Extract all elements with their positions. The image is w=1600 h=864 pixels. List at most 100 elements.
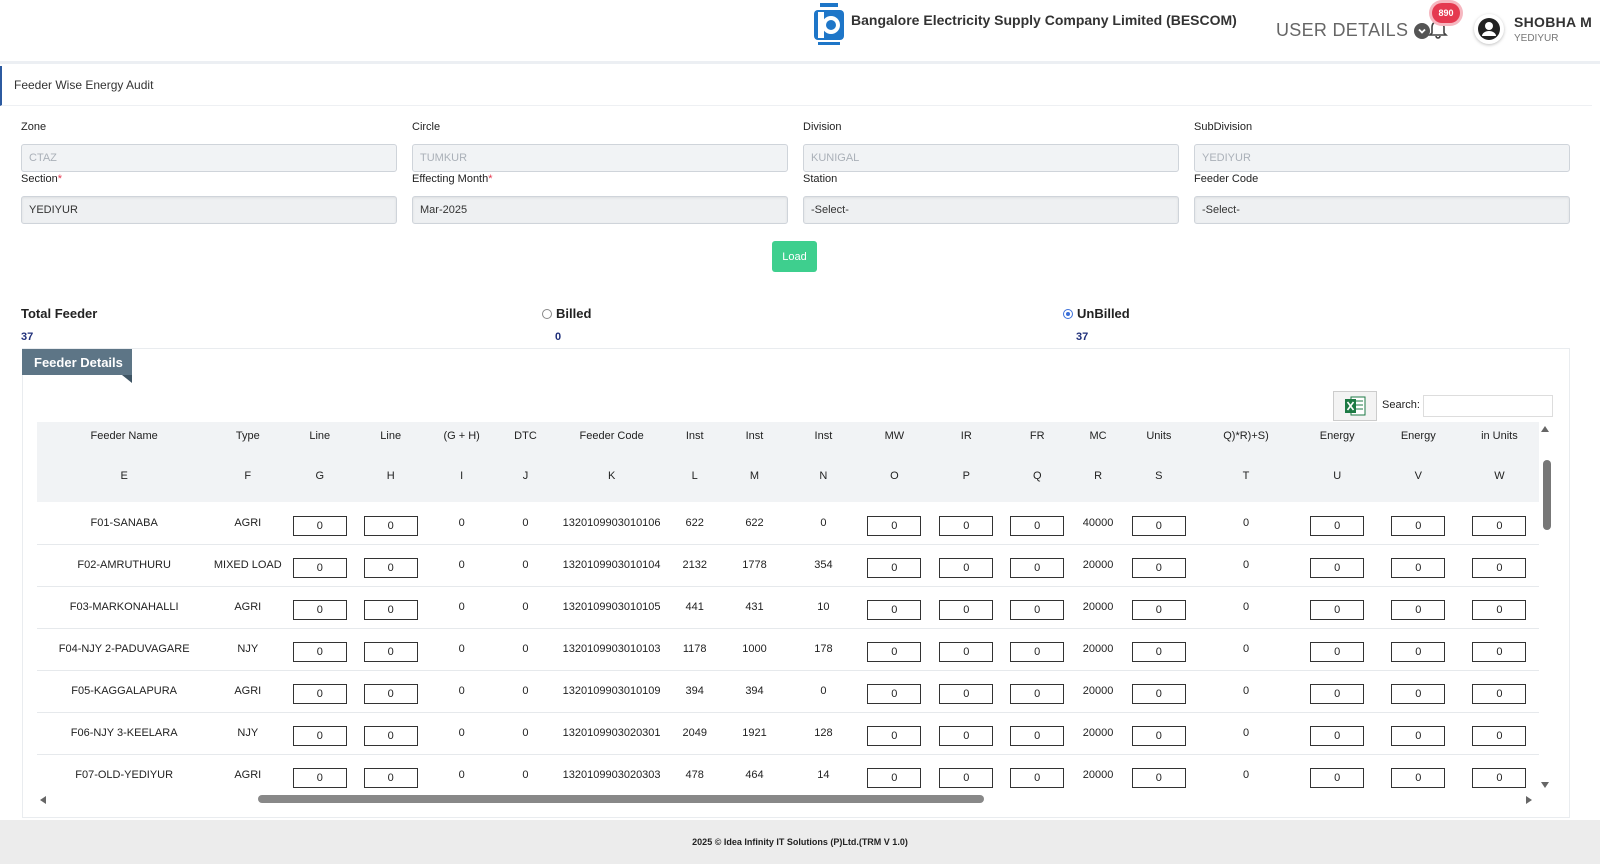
section-select[interactable]: YEDIYUR (21, 196, 397, 224)
notification-badge[interactable]: 890 (1432, 3, 1460, 23)
station-select[interactable]: -Select- (803, 196, 1179, 224)
cell-input-s[interactable]: 0 (1131, 558, 1186, 578)
cell-input-w[interactable]: 0 (1472, 642, 1527, 662)
column-header[interactable]: MW (857, 422, 931, 450)
cell-input-p[interactable]: 0 (939, 515, 994, 536)
column-header[interactable]: Feeder Code (553, 422, 670, 450)
cell-input-p[interactable]: 0 (939, 684, 994, 704)
column-header[interactable]: (G + H) (426, 422, 498, 450)
cell-input-w[interactable]: 0 (1472, 600, 1527, 620)
column-header[interactable]: Line (355, 422, 427, 450)
cell-input-w[interactable]: 0 (1472, 558, 1527, 578)
cell-input-v[interactable]: 0 (1391, 515, 1446, 536)
cell-input-h[interactable]: 0 (363, 642, 418, 662)
feeder-code-select[interactable]: -Select- (1194, 196, 1570, 224)
column-header[interactable]: Energy (1297, 422, 1377, 450)
cell-input-o[interactable]: 0 (867, 515, 922, 536)
billed-radio[interactable]: Billed (542, 306, 591, 321)
user-avatar-icon[interactable] (1474, 14, 1504, 44)
column-header[interactable]: Inst (669, 422, 721, 450)
effecting-month-field[interactable]: Mar-2025 (412, 196, 788, 224)
column-header[interactable]: Q)*R)+S) (1194, 422, 1298, 450)
cell-input-o[interactable]: 0 (867, 684, 922, 704)
cell-input-h[interactable]: 0 (363, 558, 418, 578)
load-button[interactable]: Load (772, 241, 817, 272)
search-input[interactable] (1423, 395, 1553, 417)
column-header[interactable]: Energy (1376, 422, 1460, 450)
cell-input-q[interactable]: 0 (1010, 726, 1065, 746)
cell-input-v[interactable]: 0 (1391, 684, 1446, 704)
cell-input-q[interactable]: 0 (1010, 515, 1065, 536)
cell-input-w[interactable]: 0 (1472, 515, 1527, 536)
cell-input-h[interactable]: 0 (363, 515, 418, 536)
cell-input-p[interactable]: 0 (939, 642, 994, 662)
cell-input-u[interactable]: 0 (1310, 768, 1365, 788)
column-header[interactable]: Line (284, 422, 356, 450)
cell-input-o[interactable]: 0 (867, 726, 922, 746)
cell-input-u[interactable]: 0 (1310, 600, 1365, 620)
cell-input-p[interactable]: 0 (939, 726, 994, 746)
cell-input-h[interactable]: 0 (363, 726, 418, 746)
unbilled-radio[interactable]: UnBilled (1063, 306, 1130, 321)
cell-input-v[interactable]: 0 (1391, 600, 1446, 620)
cell-input-v[interactable]: 0 (1391, 642, 1446, 662)
cell-input-v[interactable]: 0 (1391, 726, 1446, 746)
cell-input-u[interactable]: 0 (1310, 515, 1365, 536)
cell-input-q[interactable]: 0 (1010, 558, 1065, 578)
cell-input-g[interactable]: 0 (292, 600, 347, 620)
cell-input-s[interactable]: 0 (1131, 684, 1186, 704)
scroll-right-arrow-icon[interactable] (1524, 794, 1534, 806)
cell-input-q[interactable]: 0 (1010, 642, 1065, 662)
cell-input-s[interactable]: 0 (1131, 600, 1186, 620)
column-header[interactable]: Units (1123, 422, 1195, 450)
column-header[interactable]: FR (1001, 422, 1073, 450)
scroll-down-arrow-icon[interactable] (1539, 780, 1551, 790)
cell-input-w[interactable]: 0 (1472, 768, 1527, 788)
cell-input-h[interactable]: 0 (363, 600, 418, 620)
cell-input-s[interactable]: 0 (1131, 768, 1186, 788)
cell-input-g[interactable]: 0 (292, 768, 347, 788)
cell-input-p[interactable]: 0 (939, 768, 994, 788)
cell-input-g[interactable]: 0 (292, 515, 347, 536)
user-details-dropdown[interactable]: USER DETAILS (1276, 20, 1431, 41)
column-header[interactable]: MC (1072, 422, 1124, 450)
cell-input-h[interactable]: 0 (363, 768, 418, 788)
cell-input-g[interactable]: 0 (292, 642, 347, 662)
cell-input-p[interactable]: 0 (939, 558, 994, 578)
excel-export-button[interactable] (1333, 391, 1377, 421)
cell-input-g[interactable]: 0 (292, 558, 347, 578)
column-header[interactable]: Inst (788, 422, 858, 450)
scroll-left-arrow-icon[interactable] (38, 794, 48, 806)
column-header[interactable]: Type (211, 422, 285, 450)
cell-input-w[interactable]: 0 (1472, 684, 1527, 704)
cell-input-u[interactable]: 0 (1310, 684, 1365, 704)
cell-input-o[interactable]: 0 (867, 768, 922, 788)
cell-input-u[interactable]: 0 (1310, 642, 1365, 662)
cell-input-u[interactable]: 0 (1310, 726, 1365, 746)
cell-input-v[interactable]: 0 (1391, 768, 1446, 788)
cell-input-v[interactable]: 0 (1391, 558, 1446, 578)
cell-input-p[interactable]: 0 (939, 600, 994, 620)
column-header[interactable]: IR (930, 422, 1002, 450)
vertical-scrollbar-thumb[interactable] (1543, 460, 1551, 530)
cell-input-o[interactable]: 0 (867, 558, 922, 578)
cell-input-u[interactable]: 0 (1310, 558, 1365, 578)
cell-input-q[interactable]: 0 (1010, 768, 1065, 788)
cell-input-g[interactable]: 0 (292, 726, 347, 746)
cell-input-q[interactable]: 0 (1010, 600, 1065, 620)
cell-input-s[interactable]: 0 (1131, 726, 1186, 746)
cell-input-w[interactable]: 0 (1472, 726, 1527, 746)
cell-input-s[interactable]: 0 (1131, 515, 1186, 536)
scroll-up-arrow-icon[interactable] (1539, 424, 1551, 434)
cell-input-q[interactable]: 0 (1010, 684, 1065, 704)
cell-input-o[interactable]: 0 (867, 600, 922, 620)
column-header[interactable]: Inst (720, 422, 789, 450)
cell-input-s[interactable]: 0 (1131, 642, 1186, 662)
cell-input-o[interactable]: 0 (867, 642, 922, 662)
cell-input-h[interactable]: 0 (363, 684, 418, 704)
column-header[interactable]: Feeder Name (37, 422, 212, 450)
cell-input-g[interactable]: 0 (292, 684, 347, 704)
column-header[interactable]: DTC (497, 422, 554, 450)
column-header[interactable]: in Units (1459, 422, 1539, 450)
horizontal-scrollbar-thumb[interactable] (258, 795, 984, 803)
